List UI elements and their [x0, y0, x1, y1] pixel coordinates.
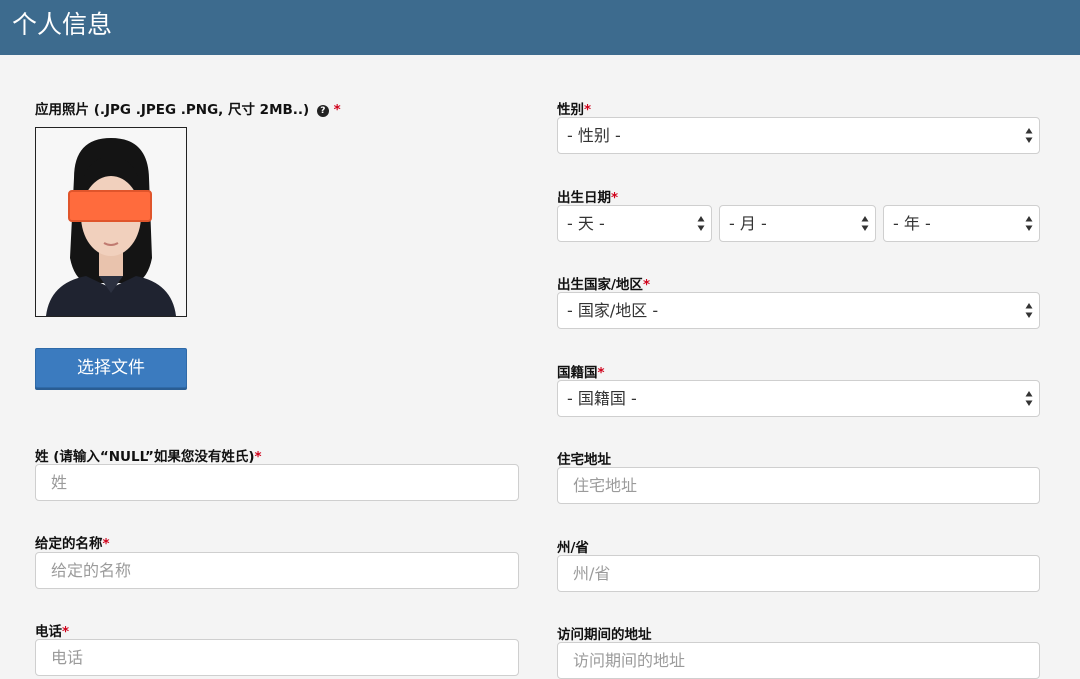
select-arrows-icon	[861, 216, 869, 231]
given-name-input[interactable]	[35, 552, 519, 589]
birth-day-value: - 天 -	[567, 214, 605, 233]
gender-select-value: - 性别 -	[567, 126, 621, 145]
select-arrows-icon	[1025, 216, 1033, 231]
help-icon[interactable]: ?	[316, 105, 329, 117]
given-name-label: 给定的名称	[35, 536, 103, 552]
birth-country-label: 出生国家/地区	[557, 277, 643, 293]
home-address-label: 住宅地址	[557, 452, 611, 468]
gender-label-row: 性别*	[557, 98, 591, 118]
photo-label-row: 应用照片 (.JPG .JPEG .PNG, 尺寸 2MB..) ? *	[35, 98, 341, 118]
gender-select[interactable]: - 性别 -	[557, 117, 1040, 154]
required-mark: *	[584, 102, 592, 118]
visit-address-label: 访问期间的地址	[557, 627, 652, 643]
birth-country-value: - 国家/地区 -	[567, 301, 659, 320]
choose-file-button[interactable]: 选择文件	[35, 348, 187, 388]
state-label-row: 州/省	[557, 536, 589, 556]
birth-month-value: - 月 -	[729, 214, 767, 233]
required-mark: *	[333, 102, 341, 118]
surname-label: 姓 (请输入“NULL”如果您没有姓氏)	[35, 449, 255, 465]
birth-day-select[interactable]: - 天 -	[557, 205, 712, 242]
nationality-label-row: 国籍国*	[557, 361, 605, 381]
birth-date-label: 出生日期	[557, 190, 611, 206]
select-arrows-icon	[1025, 128, 1033, 143]
page-title: 个人信息	[12, 10, 113, 39]
select-arrows-icon	[697, 216, 705, 231]
photo-preview	[35, 127, 187, 317]
home-address-input[interactable]	[557, 467, 1040, 504]
birth-date-label-row: 出生日期*	[557, 186, 618, 206]
required-mark: *	[642, 277, 650, 293]
phone-label-row: 电话*	[35, 620, 69, 640]
required-mark: *	[597, 365, 605, 381]
nationality-value: - 国籍国 -	[567, 389, 637, 408]
required-mark: *	[254, 449, 262, 465]
phone-input[interactable]	[35, 639, 519, 676]
select-arrows-icon	[1025, 391, 1033, 406]
birth-country-label-row: 出生国家/地区*	[557, 273, 650, 293]
state-input[interactable]	[557, 555, 1040, 592]
required-mark: *	[62, 624, 70, 640]
surname-label-row: 姓 (请输入“NULL”如果您没有姓氏)*	[35, 445, 262, 465]
surname-input[interactable]	[35, 464, 519, 501]
given-name-label-row: 给定的名称*	[35, 532, 110, 552]
birth-country-select[interactable]: - 国家/地区 -	[557, 292, 1040, 329]
select-arrows-icon	[1025, 303, 1033, 318]
portrait-image	[36, 128, 186, 316]
home-address-label-row: 住宅地址	[557, 448, 611, 468]
nationality-label: 国籍国	[557, 365, 598, 381]
required-mark: *	[102, 536, 110, 552]
visit-address-label-row: 访问期间的地址	[557, 623, 652, 643]
page-header: 个人信息	[0, 0, 1080, 55]
birth-year-select[interactable]: - 年 -	[883, 205, 1040, 242]
required-mark: *	[611, 190, 619, 206]
birth-year-value: - 年 -	[893, 214, 931, 233]
nationality-select[interactable]: - 国籍国 -	[557, 380, 1040, 417]
visit-address-input[interactable]	[557, 642, 1040, 679]
state-label: 州/省	[557, 540, 589, 556]
photo-label: 应用照片 (.JPG .JPEG .PNG, 尺寸 2MB..)	[35, 102, 310, 118]
redaction-bar	[68, 190, 152, 222]
gender-label: 性别	[557, 102, 584, 118]
birth-month-select[interactable]: - 月 -	[719, 205, 876, 242]
phone-label: 电话	[35, 624, 62, 640]
